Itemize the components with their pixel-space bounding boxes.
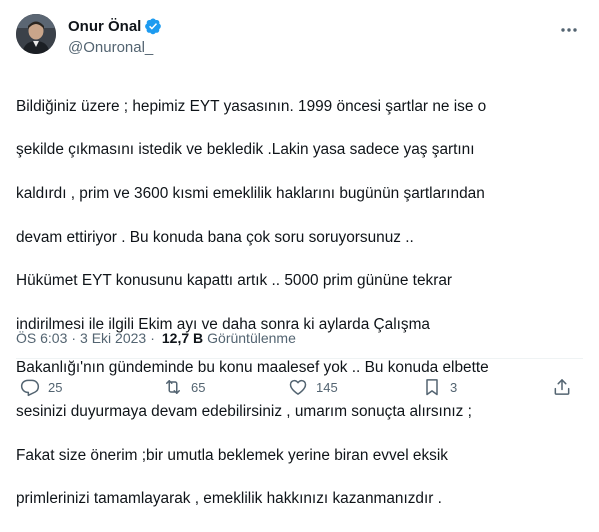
- tweet-text-line: kaldırdı , prim ve 3600 kısmi emeklilik …: [16, 184, 485, 202]
- views-label: Görüntülenme: [207, 330, 296, 346]
- tweet-text-line: Bildiğiniz üzere ; hepimiz EYT yasasının…: [16, 97, 487, 115]
- tweet-text-line: primlerinizi tamamlayarak , emeklilik ha…: [16, 490, 442, 508]
- display-name[interactable]: Onur Önal: [68, 18, 141, 35]
- bookmark-count: 3: [450, 379, 458, 395]
- avatar[interactable]: [16, 14, 56, 54]
- tweet-header: Onur Önal @Onuronal_: [16, 14, 583, 62]
- tweet-text-line: sesinizi duyurmaya devam edebilirsiniz ,…: [16, 402, 472, 420]
- handle[interactable]: @Onuronal_: [68, 39, 162, 56]
- repost-button[interactable]: 65: [163, 375, 205, 399]
- reply-button[interactable]: 25: [20, 375, 62, 399]
- like-count: 145: [316, 379, 338, 395]
- tweet-card: Onur Önal @Onuronal_ Bildiğiniz üzere ; …: [0, 0, 599, 507]
- tweet-text: Bildiğiniz üzere ; hepimiz EYT yasasının…: [16, 74, 586, 532]
- meta-separator: ·: [71, 330, 77, 346]
- views-count: 12,7 B: [161, 330, 204, 346]
- tweet-text-line: şekilde çıkmasını istedik ve bekledik .L…: [16, 141, 475, 159]
- share-icon: [552, 377, 572, 397]
- tweet-date[interactable]: 3 Eki 2023: [80, 330, 146, 346]
- bookmark-icon: [422, 377, 442, 397]
- reply-icon: [20, 377, 40, 397]
- share-button[interactable]: [552, 375, 572, 399]
- more-icon[interactable]: [559, 20, 579, 40]
- author-names: Onur Önal @Onuronal_: [68, 16, 162, 56]
- action-bar: 25 65 145 3: [16, 375, 583, 399]
- tweet-text-line: Fakat size önerim ;bir umutla beklemek y…: [16, 446, 448, 464]
- reply-count: 25: [48, 379, 63, 395]
- divider: [16, 358, 583, 359]
- like-button[interactable]: 145: [288, 375, 338, 399]
- repost-icon: [163, 377, 183, 397]
- tweet-text-line: Hükümet EYT konusunu kapattı artık .. 50…: [16, 272, 453, 290]
- verified-badge-icon: [144, 17, 162, 35]
- like-icon: [288, 377, 308, 397]
- tweet-text-line: devam ettiriyor . Bu konuda bana çok sor…: [16, 228, 414, 246]
- meta-separator: ·: [150, 330, 155, 346]
- tweet-time[interactable]: ÖS 6:03: [16, 330, 67, 346]
- tweet-meta: ÖS 6:03 · 3 Eki 2023 · 12,7 B Görüntülen…: [16, 330, 296, 346]
- repost-count: 65: [191, 379, 206, 395]
- bookmark-button[interactable]: 3: [422, 375, 457, 399]
